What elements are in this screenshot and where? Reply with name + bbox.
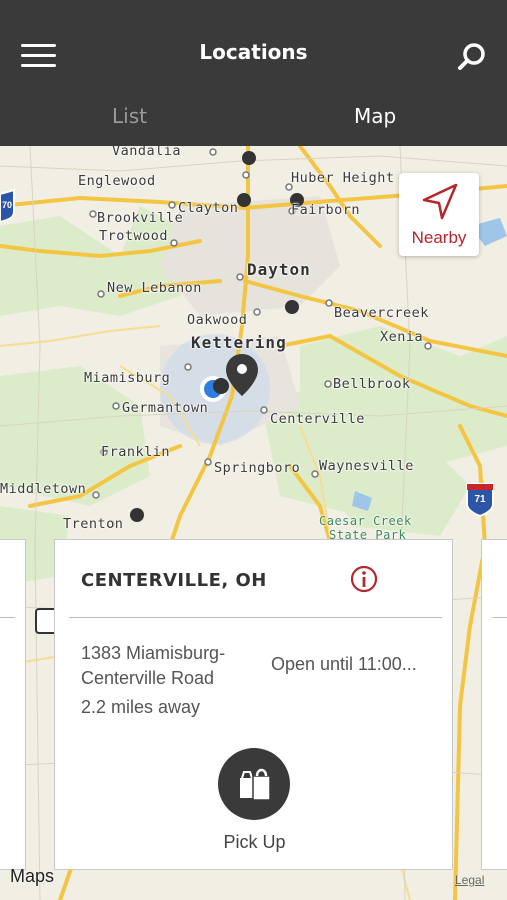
app-header: Locations List Map xyxy=(0,0,507,146)
place-label: Middletown xyxy=(0,481,87,497)
place-label: Miamisburg xyxy=(84,370,171,386)
location-distance: 2.2 miles away xyxy=(81,697,201,717)
location-card[interactable]: CENTERVILLE, OH 1383 Miamisburg-Centervi… xyxy=(54,539,453,870)
maps-logo-text: Maps xyxy=(10,866,55,886)
nearby-label: Nearby xyxy=(411,228,467,247)
search-icon[interactable] xyxy=(455,40,489,74)
location-card-next[interactable] xyxy=(481,539,507,870)
interstate-71-shield: 71 xyxy=(474,494,486,505)
info-icon[interactable] xyxy=(349,564,379,594)
tab-map[interactable]: Map xyxy=(354,104,396,128)
location-card-previous[interactable] xyxy=(0,539,26,870)
place-label: Waynesville xyxy=(319,458,414,474)
place-label: Xenia xyxy=(380,329,424,345)
pickup-label: Pick Up xyxy=(223,832,286,852)
place-label: Caesar Creek xyxy=(319,514,412,528)
location-address: 1383 Miamisburg-Centerville Road xyxy=(81,643,226,688)
tab-list[interactable]: List xyxy=(112,104,147,128)
place-label: Englewood xyxy=(78,173,156,189)
place-label: Springboro xyxy=(214,460,301,476)
place-label: Trenton xyxy=(63,516,124,532)
location-arrow-icon xyxy=(422,183,458,220)
location-name: CENTERVILLE, OH xyxy=(81,570,267,591)
shopping-bag-icon xyxy=(240,768,271,801)
place-label: Brookville xyxy=(97,210,184,226)
place-label: Vandalia xyxy=(112,146,182,159)
place-label: Kettering xyxy=(191,333,287,352)
place-label: Clayton xyxy=(178,200,239,216)
apple-maps-logo: Maps xyxy=(10,866,54,887)
page-title: Locations xyxy=(199,40,308,64)
place-label: New Lebanon xyxy=(107,280,202,296)
place-label: Oakwood xyxy=(187,312,248,328)
place-label: Trotwood xyxy=(99,228,169,244)
nearby-button[interactable]: Nearby xyxy=(399,173,479,256)
pickup-button[interactable] xyxy=(218,748,290,820)
place-label: Germantown xyxy=(122,400,209,416)
interstate-70-shield: 70 xyxy=(1,200,12,210)
place-label: Huber Height xyxy=(291,170,395,186)
legal-link[interactable]: Legal xyxy=(455,873,484,887)
divider xyxy=(69,617,442,618)
place-label: Fairborn xyxy=(291,202,361,218)
place-label: Bellbrook xyxy=(333,376,411,392)
place-label: Beavercreek xyxy=(334,305,429,321)
place-label: Centerville xyxy=(270,411,365,427)
place-label: Dayton xyxy=(247,260,311,279)
location-hours: Open until 11:00... xyxy=(271,654,417,674)
place-label: Franklin xyxy=(101,444,171,460)
